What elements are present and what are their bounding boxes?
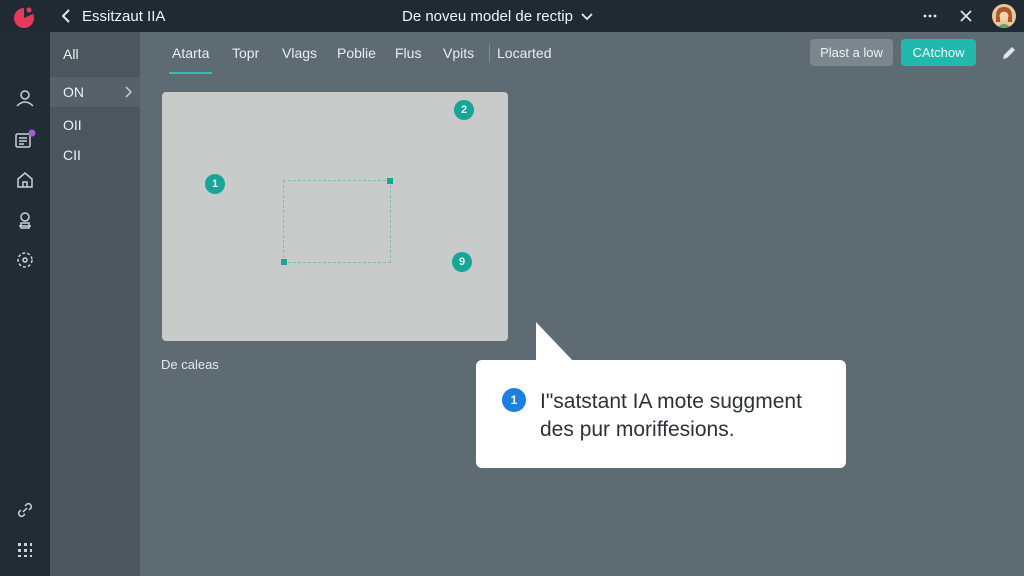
panel-item-label: OII (63, 117, 82, 133)
chevron-down-icon (581, 8, 593, 25)
resize-handle[interactable] (387, 178, 393, 184)
tooltip-line-2: des pur moriffesions. (540, 418, 735, 441)
icon-rail (0, 32, 50, 576)
app-title: Essitzaut IIA (82, 8, 166, 25)
tab-atarta[interactable]: Atarta (168, 45, 213, 74)
tab-vlags[interactable]: Vlags (282, 45, 317, 61)
grid-icon[interactable] (13, 538, 37, 562)
panel-item-oii[interactable]: OII (50, 110, 140, 140)
top-bar: Essitzaut IIA De noveu model de rectip (0, 0, 1024, 32)
avatar[interactable] (992, 4, 1016, 28)
panel-item-on[interactable]: ON (50, 77, 140, 107)
tab-poblie[interactable]: Poblie (337, 45, 376, 61)
canvas-marker-1[interactable]: 1 (205, 174, 225, 194)
info-badge: 1 (502, 388, 526, 412)
panel-item-cii[interactable]: CII (50, 140, 140, 170)
tab-flus[interactable]: Flus (395, 45, 421, 61)
tooltip-message: I"satstant IA mote suggment des pur mori… (540, 388, 836, 444)
selection-box[interactable] (281, 178, 393, 265)
canvas-caption: De caleas (161, 357, 219, 372)
catchow-button[interactable]: CAtchow (901, 39, 976, 66)
document-title-dropdown[interactable]: De noveu model de rectip (402, 8, 593, 25)
pencil-icon[interactable] (1000, 44, 1018, 62)
panel-item-label: ON (63, 84, 84, 100)
home-icon[interactable] (13, 168, 37, 192)
ai-suggestion-tooltip[interactable]: 1 I"satstant IA mote suggment des pur mo… (476, 360, 846, 468)
panel-item-all[interactable]: All (50, 39, 140, 69)
resize-handle[interactable] (281, 259, 287, 265)
panel-item-label: CII (63, 147, 81, 163)
user-icon[interactable] (13, 86, 37, 110)
document-title: De noveu model de rectip (402, 8, 573, 25)
tooltip-line-1: I"satstant IA mote suggment (540, 390, 802, 413)
canvas-marker-9[interactable]: 9 (452, 252, 472, 272)
window-controls (920, 0, 1024, 32)
canvas-marker-2[interactable]: 2 (454, 100, 474, 120)
logo-icon[interactable] (12, 5, 36, 29)
tab-locarted[interactable]: Locarted (497, 45, 551, 61)
chevron-right-icon (124, 85, 133, 101)
link-icon[interactable] (13, 498, 37, 522)
back-chevron-icon[interactable] (56, 6, 76, 26)
tab-topr[interactable]: Topr (232, 45, 259, 61)
tab-divider (489, 44, 490, 62)
more-icon[interactable] (920, 6, 940, 26)
tooltip-pointer (536, 322, 574, 362)
plast-a-low-button[interactable]: Plast a low (810, 39, 893, 66)
profile-stamp-icon[interactable] (13, 208, 37, 232)
close-icon[interactable] (956, 6, 976, 26)
notes-icon[interactable] (13, 128, 37, 152)
panel-item-label: All (63, 46, 79, 62)
settings-dashed-icon[interactable] (13, 248, 37, 272)
design-canvas[interactable]: 1 2 9 (162, 92, 508, 341)
side-panel: All ON OII CII (50, 32, 140, 576)
tab-vpits[interactable]: Vpits (443, 45, 474, 61)
